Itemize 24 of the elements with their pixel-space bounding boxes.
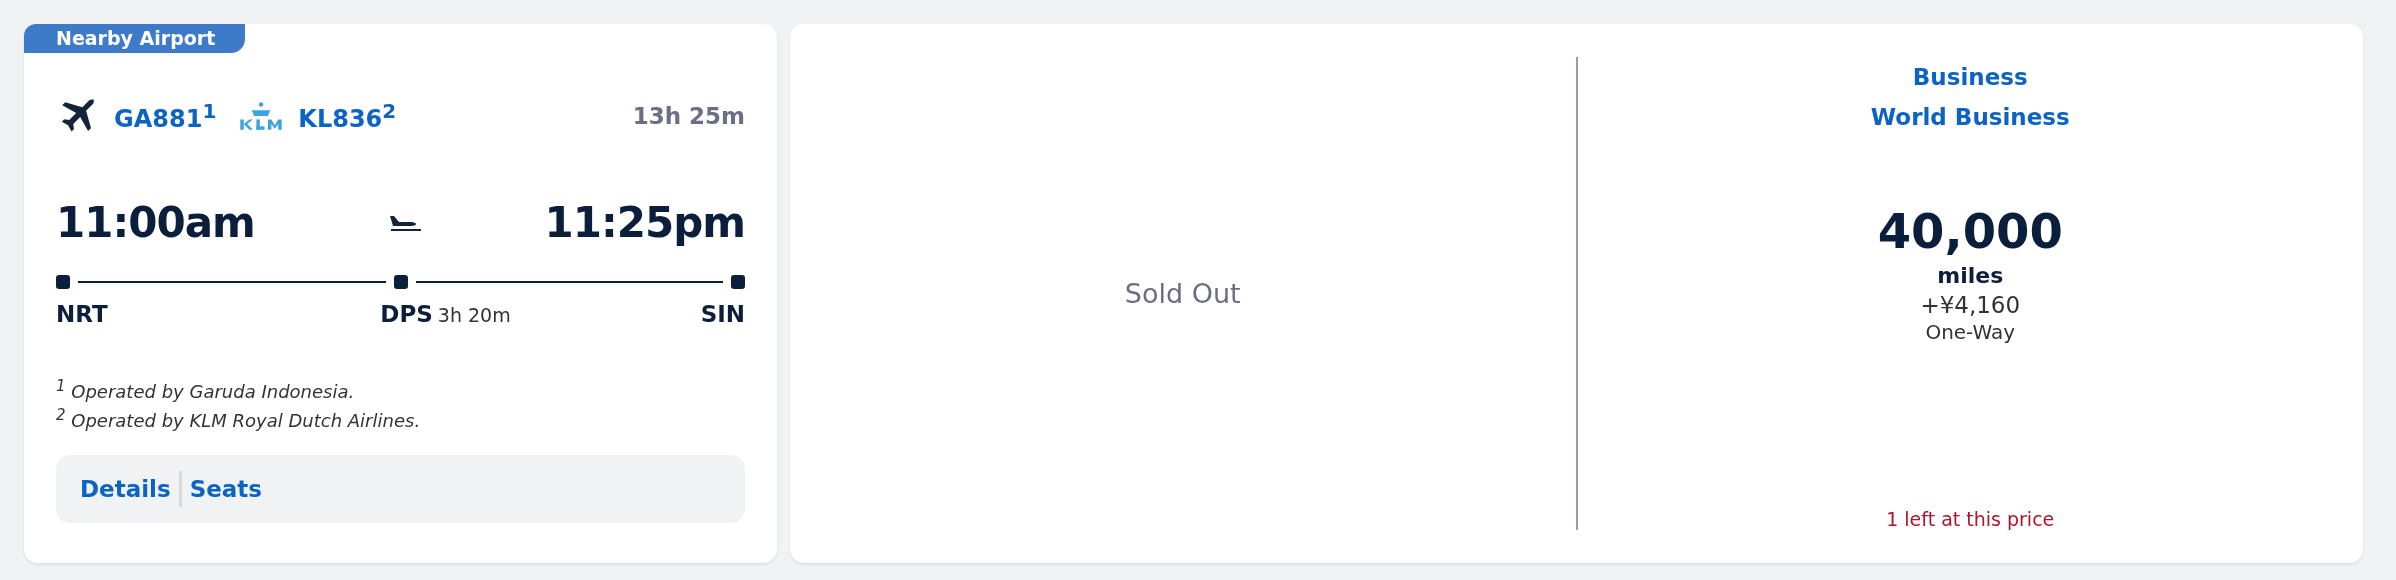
footnote: $^{2}$ Operated by KLM Royal Dutch Airlines. [56,406,422,431]
sold-out-label: Sold Out [1124,278,1241,309]
nearby-airport-badge: Nearby Airport [24,24,246,53]
seats-link[interactable]: Seats [189,476,263,502]
flight-number-link[interactable]: KL836$^{2}$ [298,99,397,133]
seats-left-text: 1 left at this price [1886,508,2055,530]
crown-logo-icon [238,101,285,131]
miles-price: 40,000 [1877,203,2063,259]
airport-code: SIN [700,301,745,327]
airport-code: NRT [56,301,108,327]
departure-time: 11:00am [56,198,255,247]
flight-number-link[interactable]: GA881$^{1}$ [114,99,217,133]
arrival-time: 11:25pm [544,198,745,247]
details-link[interactable]: Details [80,476,171,502]
cabin-link[interactable]: Business [1912,57,2028,97]
footnote: $^{1}$ Operated by Garuda Indonesia. [56,377,356,402]
airport-code: DPS [380,301,433,327]
layover-duration: 3h 20m [437,304,511,326]
trip-type: One-Way [1925,320,2016,344]
takeoff-icon [387,213,422,232]
total-duration: 13h 25m [632,103,745,129]
taxes-price: +¥4,160 [1920,292,2021,318]
product-link[interactable]: World Business [1870,97,2070,137]
miles-label: miles [1937,263,2004,288]
